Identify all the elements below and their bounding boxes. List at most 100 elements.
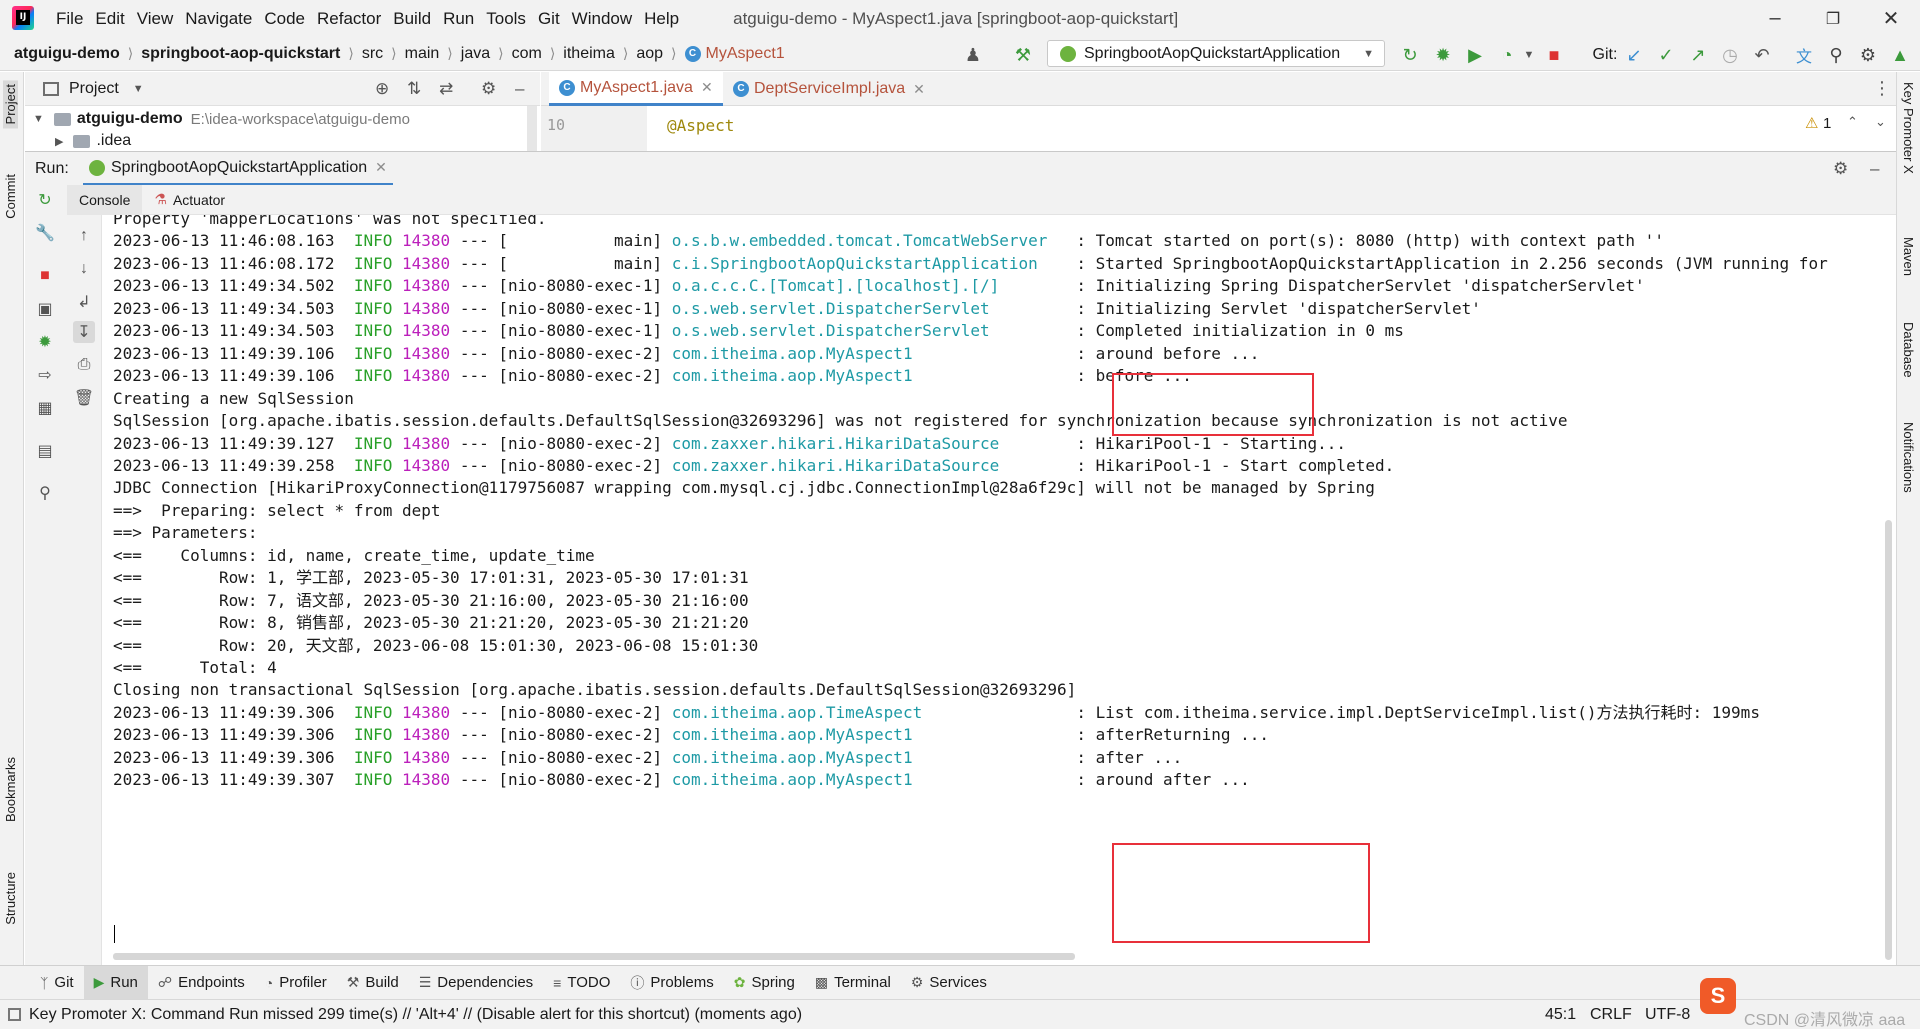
search-icon[interactable]: ⚲ [1825, 44, 1847, 66]
tool-tab-profiler[interactable]: ◔ Profiler [255, 966, 337, 1000]
chevron-up-icon[interactable]: ⌃ [1847, 114, 1858, 130]
maven-tool-button[interactable]: Maven [1901, 237, 1916, 276]
camera-icon[interactable]: ▣ [34, 298, 56, 320]
restore-icon[interactable]: ❐ [1808, 0, 1858, 37]
menu-view[interactable]: View [137, 9, 174, 29]
tool-tab-todo[interactable]: ≡ TODO [543, 966, 620, 1000]
pin-icon[interactable]: ⚲ [34, 482, 56, 504]
plugin-icon[interactable]: ▲ [1889, 44, 1911, 66]
scroll-thumb[interactable] [1885, 520, 1892, 960]
rerun-icon[interactable]: ↻ [1399, 44, 1421, 66]
breadcrumb-src[interactable]: src [362, 45, 383, 63]
options-gear-icon[interactable]: ⚙ [481, 79, 496, 99]
layout-icon[interactable]: ▤ [34, 440, 56, 462]
expand-all-icon[interactable]: ⇅ [407, 79, 421, 99]
project-panel-title[interactable]: Project [69, 80, 119, 98]
code-editor[interactable]: 10 @Aspect ⚠ 1 ⌃ ⌄ [541, 106, 1896, 151]
dump-threads-icon[interactable]: ▦ [34, 397, 56, 419]
menu-tools[interactable]: Tools [486, 9, 526, 29]
menu-refactor[interactable]: Refactor [317, 9, 381, 29]
arrow-down-icon[interactable]: ↓ [73, 258, 95, 280]
stop-icon[interactable]: ■ [34, 265, 56, 287]
breadcrumb-java[interactable]: java [461, 45, 490, 63]
tab-console[interactable]: Console [67, 184, 143, 215]
bookmarks-tool-button[interactable]: Bookmarks [3, 757, 18, 822]
close-icon[interactable]: ✕ [913, 81, 925, 98]
project-scrollbar[interactable] [527, 106, 537, 151]
console-output[interactable]: Property 'mapperLocations' was not speci… [102, 215, 1882, 965]
history-icon[interactable]: ◷ [1719, 44, 1741, 66]
console-vertical-scrollbar[interactable] [1882, 215, 1896, 965]
login-icon[interactable]: ⇨ [34, 364, 56, 386]
breadcrumb-aop[interactable]: aop [636, 45, 663, 63]
tool-tab-terminal[interactable]: ▩ Terminal [805, 966, 901, 1000]
status-message[interactable]: Key Promoter X: Command Run missed 299 t… [29, 1006, 802, 1024]
debug-icon[interactable]: ✹ [1432, 44, 1454, 66]
coverage-icon[interactable]: ▶ [1464, 44, 1486, 66]
print-icon[interactable]: ⎙ [73, 354, 95, 376]
tab-options-icon[interactable]: ⋮ [1873, 78, 1891, 99]
chevron-down-icon[interactable]: ▼ [1518, 44, 1540, 66]
hide-panel-icon[interactable]: – [1870, 159, 1879, 179]
tool-tab-build[interactable]: ⚒ Build [337, 966, 409, 1000]
project-tool-button[interactable]: Project [3, 80, 18, 129]
breadcrumb-module[interactable]: springboot-aop-quickstart [141, 45, 340, 63]
tree-root[interactable]: ▼ atguigu-demo E:\idea-workspace\atguigu… [33, 108, 410, 130]
tool-tab-services[interactable]: ⚙ Services [901, 966, 997, 1000]
tab-myaspect1[interactable]: C MyAspect1.java ✕ [549, 72, 723, 106]
rollback-icon[interactable]: ↶ [1751, 44, 1773, 66]
rerun-icon[interactable]: ↻ [34, 189, 56, 211]
arrow-up-icon[interactable]: ↑ [73, 225, 95, 247]
database-tool-button[interactable]: Database [1901, 322, 1916, 378]
tool-tab-git[interactable]: ᛉ Git [30, 966, 84, 1000]
breadcrumb-project[interactable]: atguigu-demo [14, 45, 120, 63]
tool-tab-endpoints[interactable]: ☍ Endpoints [148, 966, 255, 1000]
commit-tool-button[interactable]: Commit [3, 174, 18, 219]
debug-icon[interactable]: ✹ [34, 331, 56, 353]
stop-icon[interactable]: ■ [1543, 44, 1565, 66]
menu-file[interactable]: File [56, 9, 83, 29]
menu-code[interactable]: Code [264, 9, 305, 29]
minimize-icon[interactable]: – [1750, 0, 1800, 37]
tab-actuator[interactable]: ⚗ Actuator [142, 185, 237, 215]
soft-wrap-icon[interactable]: ↲ [73, 291, 95, 313]
chevron-down-icon[interactable]: ▼ [133, 83, 144, 95]
git-push-icon[interactable]: ↗ [1687, 44, 1709, 66]
git-update-icon[interactable]: ↙ [1623, 44, 1645, 66]
breadcrumb-itheima[interactable]: itheima [563, 45, 615, 63]
hide-panel-icon[interactable]: – [515, 79, 524, 99]
run-configuration-select[interactable]: SpringbootAopQuickstartApplication ▼ [1047, 40, 1385, 67]
collapse-all-icon[interactable]: ⇄ [439, 79, 453, 99]
menu-help[interactable]: Help [644, 9, 679, 29]
line-separator[interactable]: CRLF [1590, 1006, 1632, 1024]
close-window-icon[interactable]: ✕ [1866, 0, 1916, 37]
menu-edit[interactable]: Edit [95, 9, 124, 29]
menu-build[interactable]: Build [393, 9, 431, 29]
chevron-down-icon[interactable]: ⌄ [1875, 114, 1886, 130]
menu-window[interactable]: Window [572, 9, 632, 29]
menu-git[interactable]: Git [538, 9, 560, 29]
breadcrumb-class[interactable]: C MyAspect1 [684, 45, 785, 63]
locate-icon[interactable]: ⊕ [375, 79, 389, 99]
close-icon[interactable]: ✕ [701, 79, 713, 96]
console-horizontal-scrollbar[interactable] [113, 953, 1075, 960]
tool-tab-spring[interactable]: ✿ Spring [724, 966, 805, 1000]
menu-run[interactable]: Run [443, 9, 474, 29]
tab-deptserviceimpl[interactable]: C DeptServiceImpl.java ✕ [723, 72, 935, 106]
git-commit-icon[interactable]: ✓ [1655, 44, 1677, 66]
breadcrumb-com[interactable]: com [512, 45, 542, 63]
modify-config-icon[interactable]: 🔧 [34, 222, 56, 244]
profile-icon[interactable]: ◔ [1496, 44, 1518, 66]
menu-navigate[interactable]: Navigate [185, 9, 252, 29]
tool-tab-run[interactable]: ▶ Run [83, 965, 148, 1000]
tree-item-idea[interactable]: ▶ .idea [55, 130, 131, 151]
tool-tab-problems[interactable]: ⓘ Problems [620, 966, 723, 1000]
breadcrumb-main[interactable]: main [405, 45, 440, 63]
run-settings-gear-icon[interactable]: ⚙ [1833, 159, 1848, 179]
settings-gear-icon[interactable]: ⚙ [1857, 44, 1879, 66]
scroll-to-end-icon[interactable]: ↧ [73, 321, 95, 343]
trash-icon[interactable]: 🗑 [73, 387, 95, 409]
translate-icon[interactable]: 文 [1793, 44, 1815, 66]
status-toggle-icon[interactable] [8, 1008, 21, 1021]
caret-position[interactable]: 45:1 [1545, 1006, 1576, 1024]
